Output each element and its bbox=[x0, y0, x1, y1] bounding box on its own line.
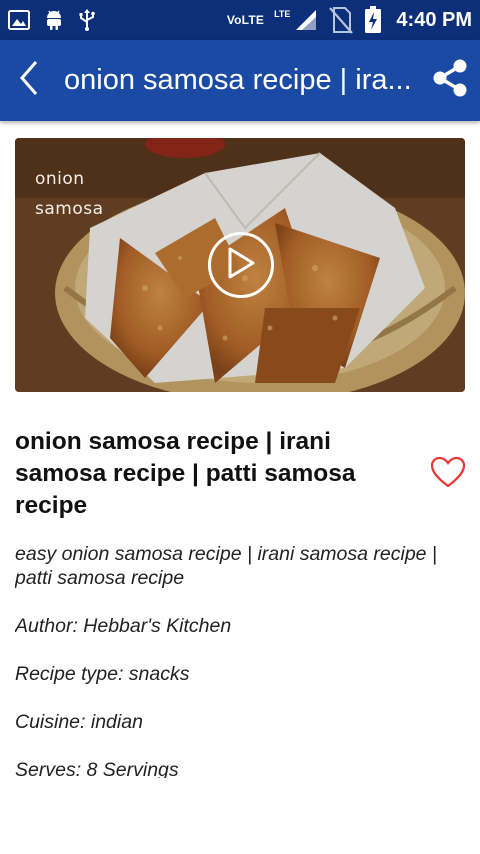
no-sim-icon bbox=[328, 6, 354, 34]
clock-time: 4:40 PM bbox=[396, 8, 472, 31]
battery-charging-icon bbox=[364, 6, 382, 34]
thumbnail-caption: onion samosa bbox=[35, 164, 104, 224]
lte-label: LTE bbox=[274, 9, 291, 19]
recipe-cuisine: Cuisine: indian bbox=[15, 711, 143, 733]
gallery-icon bbox=[8, 10, 30, 30]
recipe-serves: Serves: 8 Servings bbox=[15, 759, 179, 778]
thumbnail-caption-line1: onion bbox=[35, 169, 85, 189]
usb-icon bbox=[78, 8, 96, 32]
status-bar: VoLTE LTE 4:40 PM bbox=[0, 0, 480, 40]
recipe-title: onion samosa recipe | irani samosa recip… bbox=[15, 428, 356, 519]
volte-label: VoLTE bbox=[226, 13, 265, 27]
play-button[interactable] bbox=[208, 232, 274, 298]
recipe-video-thumbnail[interactable]: onion samosa bbox=[15, 138, 465, 392]
play-icon bbox=[226, 246, 256, 285]
android-icon bbox=[44, 8, 64, 32]
recipe-description: easy onion samosa recipe | irani samosa … bbox=[15, 543, 438, 589]
signal-icon bbox=[294, 9, 318, 31]
thumbnail-caption-line2: samosa bbox=[35, 199, 104, 219]
recipe-details: easy onion samosa recipe | irani samosa … bbox=[15, 542, 470, 778]
heart-outline-icon bbox=[430, 456, 466, 492]
app-bar: onion samosa recipe | ira... bbox=[0, 40, 480, 121]
recipe-type: Recipe type: snacks bbox=[15, 663, 190, 685]
share-button[interactable] bbox=[420, 40, 480, 121]
chevron-left-icon bbox=[19, 60, 39, 101]
share-icon bbox=[431, 58, 469, 103]
recipe-author: Author: Hebbar's Kitchen bbox=[15, 615, 232, 637]
favorite-button[interactable] bbox=[430, 456, 468, 490]
back-button[interactable] bbox=[0, 40, 58, 121]
app-bar-title: onion samosa recipe | ira... bbox=[64, 64, 412, 96]
